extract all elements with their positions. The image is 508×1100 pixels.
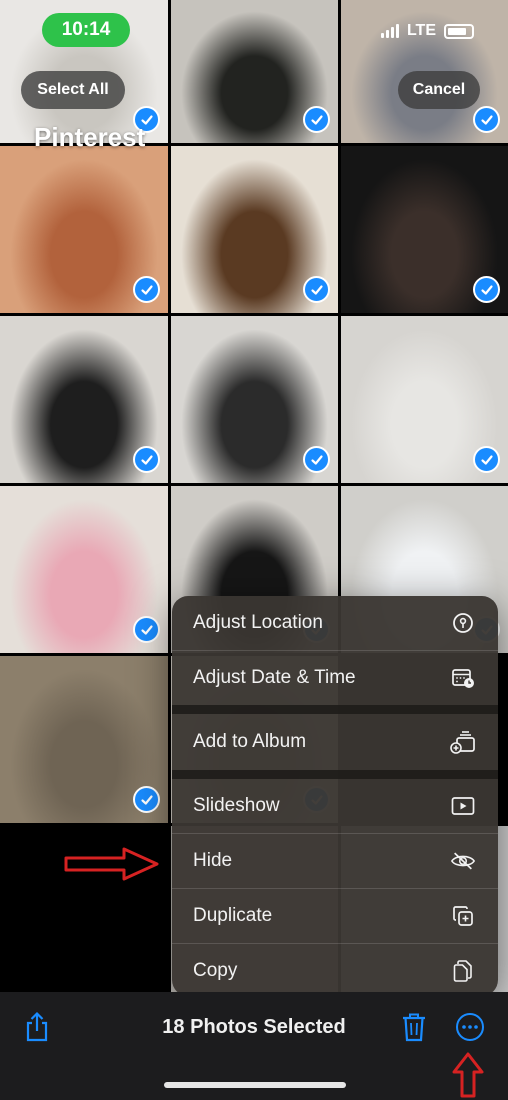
menu-item-label: Slideshow bbox=[193, 795, 280, 816]
play-icon bbox=[450, 793, 476, 819]
menu-item-slideshow[interactable]: Slideshow bbox=[172, 779, 498, 833]
menu-item-adjust-location[interactable]: Adjust Location bbox=[172, 596, 498, 650]
eye-slash-icon bbox=[450, 848, 476, 874]
selected-checkmark-icon bbox=[303, 276, 330, 303]
cancel-button[interactable]: Cancel bbox=[398, 71, 480, 109]
menu-item-label: Copy bbox=[193, 960, 238, 981]
duplicate-icon bbox=[450, 903, 476, 929]
selected-checkmark-icon bbox=[133, 276, 160, 303]
photo-thumbnail[interactable] bbox=[171, 316, 338, 483]
copy-icon bbox=[450, 958, 476, 984]
photo-thumbnail[interactable] bbox=[171, 146, 338, 313]
selected-checkmark-icon bbox=[303, 446, 330, 473]
menu-item-label: Hide bbox=[193, 850, 233, 871]
info-location-icon bbox=[450, 610, 476, 636]
selected-checkmark-icon bbox=[473, 276, 500, 303]
selected-checkmark-icon bbox=[133, 616, 160, 643]
select-all-button[interactable]: Select All bbox=[21, 71, 125, 109]
annotation-arrow-right bbox=[64, 847, 160, 886]
calendar-clock-icon bbox=[450, 665, 476, 691]
photo-thumbnail[interactable] bbox=[171, 0, 338, 143]
menu-item-label: Duplicate bbox=[193, 905, 273, 926]
photo-thumbnail[interactable] bbox=[341, 316, 508, 483]
selected-checkmark-icon bbox=[473, 446, 500, 473]
network-type: LTE bbox=[406, 22, 436, 39]
menu-item-duplicate[interactable]: Duplicate bbox=[172, 889, 498, 943]
photo-thumbnail[interactable] bbox=[0, 316, 168, 483]
battery-icon bbox=[444, 23, 474, 39]
menu-item-adjust-date-time[interactable]: Adjust Date & Time bbox=[172, 651, 498, 705]
photo-thumbnail[interactable] bbox=[0, 146, 168, 313]
menu-item-label: Adjust Date & Time bbox=[193, 667, 356, 688]
menu-item-hide[interactable]: Hide bbox=[172, 834, 498, 888]
menu-item-label: Add to Album bbox=[193, 731, 307, 752]
add-to-album-icon bbox=[450, 729, 476, 755]
selected-checkmark-icon bbox=[133, 786, 160, 813]
annotation-arrow-up bbox=[452, 1052, 484, 1100]
trash-icon[interactable] bbox=[397, 1010, 431, 1044]
selected-checkmark-icon bbox=[133, 446, 160, 473]
menu-item-copy[interactable]: Copy bbox=[172, 944, 498, 996]
selected-checkmark-icon bbox=[473, 106, 500, 133]
photo-thumbnail[interactable] bbox=[0, 656, 168, 823]
home-indicator bbox=[164, 1082, 346, 1088]
selection-count: 18 Photos Selected bbox=[162, 1016, 346, 1038]
menu-item-add-to-album[interactable]: Add to Album bbox=[172, 714, 498, 770]
menu-item-label: Adjust Location bbox=[193, 612, 323, 633]
status-time: 10:14 bbox=[42, 13, 130, 47]
photo-thumbnail[interactable] bbox=[0, 486, 168, 653]
signal-icon bbox=[380, 24, 399, 38]
more-options-icon[interactable] bbox=[453, 1010, 487, 1044]
photo-thumbnail[interactable] bbox=[341, 146, 508, 313]
status-indicators: LTE bbox=[380, 22, 474, 40]
actions-menu: Adjust Location Adjust Date & Time Add t… bbox=[172, 596, 498, 996]
album-title: Pinterest bbox=[34, 122, 146, 152]
selected-checkmark-icon bbox=[303, 106, 330, 133]
